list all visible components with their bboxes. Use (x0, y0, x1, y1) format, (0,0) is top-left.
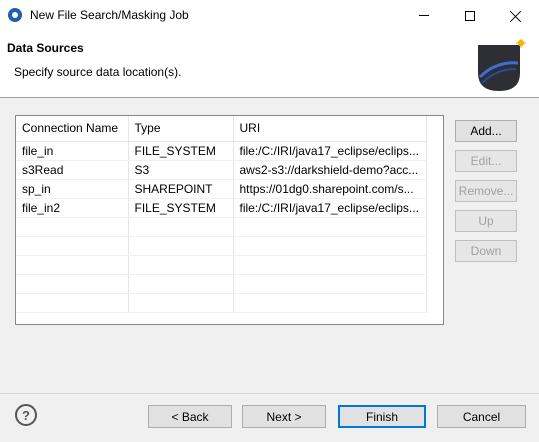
empty-row (16, 255, 427, 275)
next-button[interactable]: Next > (242, 405, 326, 428)
table: Connection Name Type URI file_in FILE_SY… (16, 116, 427, 313)
back-button[interactable]: < Back (148, 405, 232, 428)
minimize-icon (419, 15, 429, 16)
column-header-connection-name[interactable]: Connection Name (16, 116, 129, 142)
page-title: Data Sources (7, 41, 84, 55)
close-icon (510, 10, 522, 22)
cell-type: FILE_SYSTEM (128, 141, 234, 161)
remove-button[interactable]: Remove... (455, 180, 517, 202)
table-row[interactable]: sp_in SHAREPOINT https://01dg0.sharepoin… (16, 179, 427, 199)
page-description: Specify source data location(s). (14, 65, 182, 79)
maximize-icon (465, 10, 475, 21)
cell-type: S3 (128, 160, 234, 180)
cell-uri: aws2-s3://darkshield-demo?acc... (233, 160, 427, 180)
cell-type: FILE_SYSTEM (128, 198, 234, 218)
table-row[interactable]: s3Read S3 aws2-s3://darkshield-demo?acc.… (16, 160, 427, 180)
finish-button[interactable]: Finish (338, 405, 426, 428)
empty-row (16, 274, 427, 294)
help-icon[interactable]: ? (15, 404, 37, 426)
cancel-button[interactable]: Cancel (437, 405, 526, 428)
column-header-uri[interactable]: URI (233, 116, 427, 142)
cell-type: SHAREPOINT (128, 179, 234, 199)
up-button[interactable]: Up (455, 210, 517, 232)
table-row[interactable]: file_in2 FILE_SYSTEM file:/C:/IRI/java17… (16, 198, 427, 218)
cell-connection-name: file_in2 (16, 198, 129, 218)
table-header-row: Connection Name Type URI (16, 116, 427, 142)
cell-uri: file:/C:/IRI/java17_eclipse/eclips... (233, 198, 427, 218)
minimize-button[interactable] (401, 0, 447, 31)
cell-connection-name: file_in (16, 141, 129, 161)
empty-row (16, 293, 427, 313)
empty-row (16, 217, 427, 237)
wizard-header: Data Sources Specify source data locatio… (0, 31, 539, 98)
window-title: New File Search/Masking Job (30, 8, 189, 22)
footer-separator (0, 393, 539, 394)
cell-connection-name: s3Read (16, 160, 129, 180)
down-button[interactable]: Down (455, 240, 517, 262)
cell-uri: https://01dg0.sharepoint.com/s... (233, 179, 427, 199)
edit-button[interactable]: Edit... (455, 150, 517, 172)
wizard-banner-icon (478, 39, 526, 91)
close-button[interactable] (493, 0, 539, 31)
title-bar: New File Search/Masking Job (0, 0, 539, 31)
cell-connection-name: sp_in (16, 179, 129, 199)
data-sources-table[interactable]: Connection Name Type URI file_in FILE_SY… (15, 115, 444, 325)
column-header-type[interactable]: Type (128, 116, 234, 142)
app-icon (8, 8, 22, 22)
empty-row (16, 236, 427, 256)
table-row[interactable]: file_in FILE_SYSTEM file:/C:/IRI/java17_… (16, 141, 427, 161)
add-button[interactable]: Add... (455, 120, 517, 142)
cell-uri: file:/C:/IRI/java17_eclipse/eclips... (233, 141, 427, 161)
maximize-button[interactable] (447, 0, 493, 31)
